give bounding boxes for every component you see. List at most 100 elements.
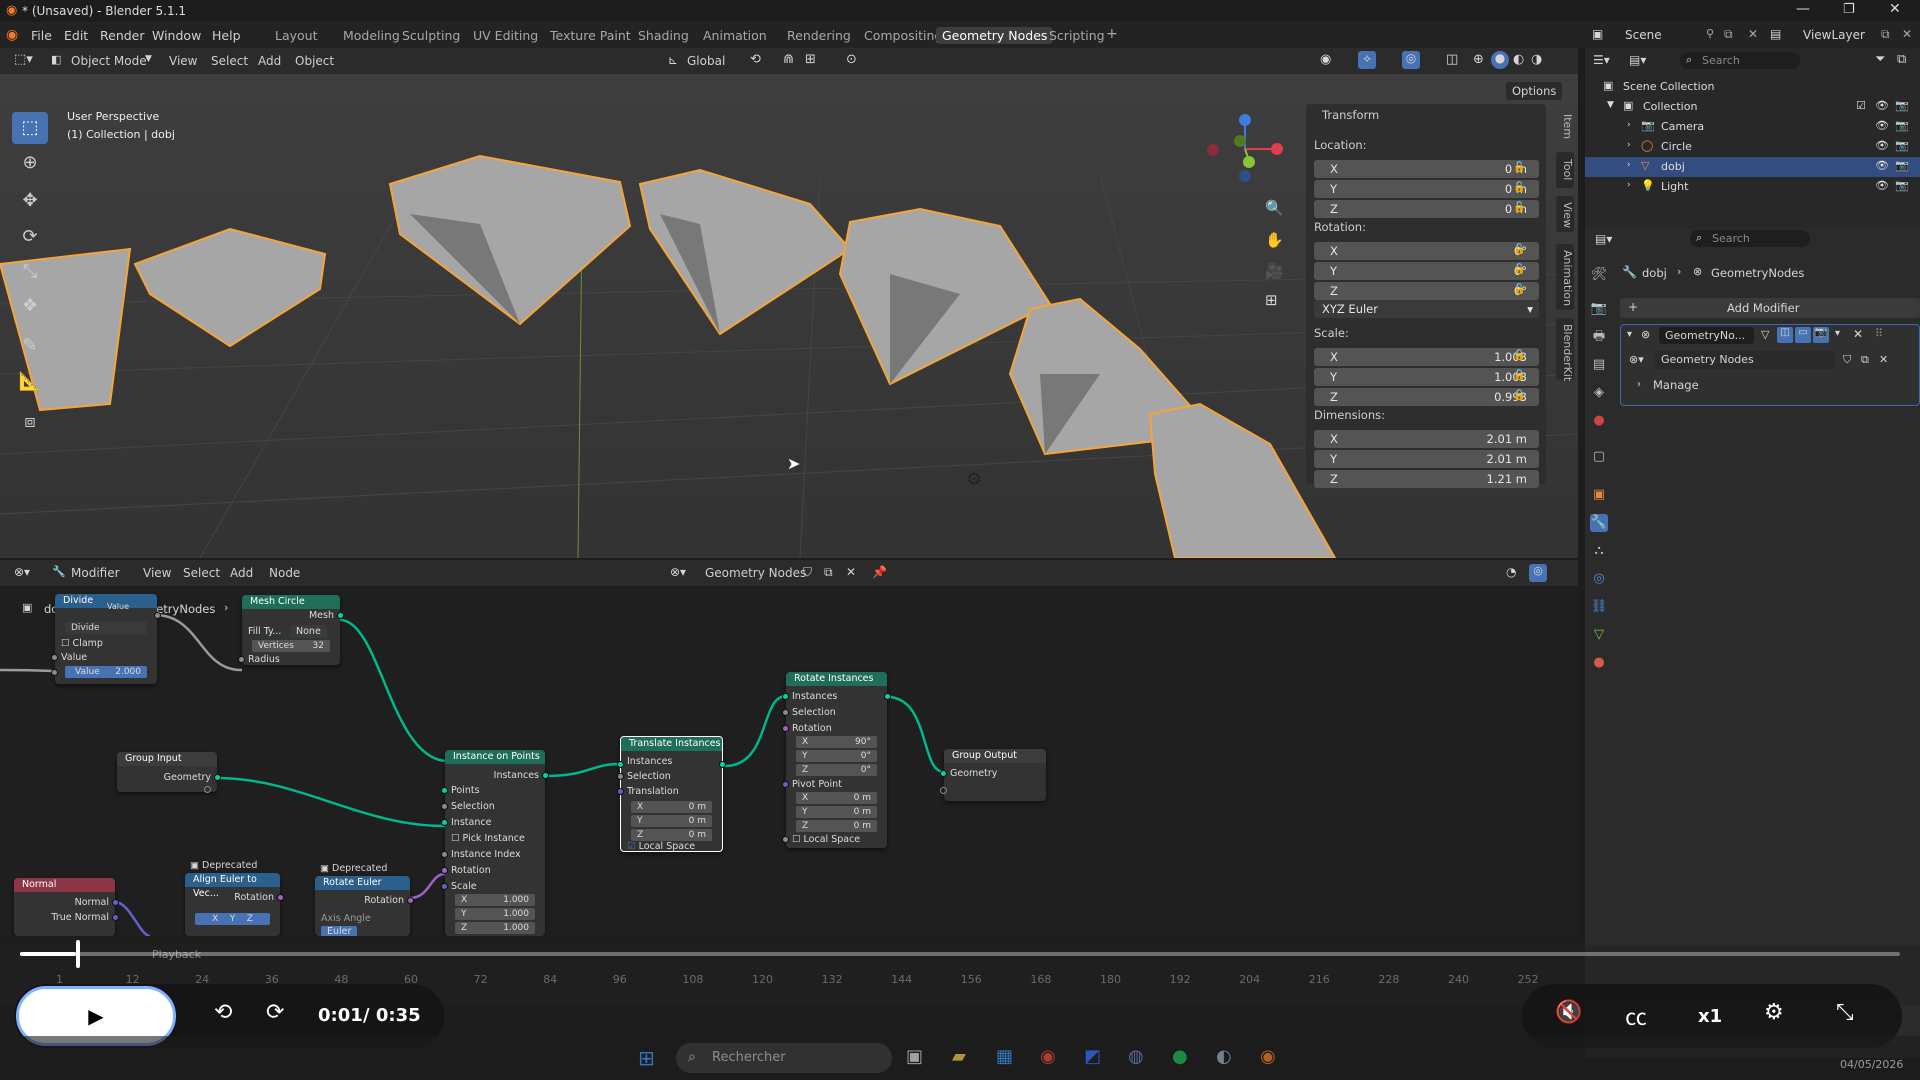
progress-track[interactable] xyxy=(20,952,1900,956)
rewind-10-icon[interactable]: ⟲ xyxy=(214,1000,232,1025)
chrome-icon[interactable]: ◉ xyxy=(1040,1046,1056,1067)
minimize-icon[interactable]: — xyxy=(1796,1,1810,17)
node-normal[interactable]: Normal Normal True Normal xyxy=(14,878,119,936)
duplicate-icon[interactable]: ⧉ xyxy=(1861,353,1869,367)
forward-10-icon[interactable]: ⟳ xyxy=(266,1000,284,1025)
modifier-name-field[interactable]: GeometryNo... xyxy=(1659,327,1754,344)
eye-icon[interactable]: 👁 xyxy=(1875,119,1889,132)
unlink-icon[interactable]: ✕ xyxy=(1879,353,1888,366)
transform-header[interactable]: Transform xyxy=(1322,108,1379,122)
iop-points-socket[interactable] xyxy=(441,787,448,794)
chevron-down-icon[interactable]: ▾ xyxy=(1627,329,1632,340)
rotate-tool[interactable]: ⟳ xyxy=(12,221,48,253)
chevron-right-icon[interactable]: › xyxy=(1627,140,1631,150)
scale-z-field[interactable]: Z 0.993 xyxy=(1314,388,1539,406)
scale-x-field[interactable]: X 1.003 xyxy=(1314,348,1539,366)
camera-render-icon[interactable]: 📷 xyxy=(1895,139,1909,152)
divide-clamp-checkbox[interactable]: ☐ Clamp xyxy=(61,637,151,650)
outliner-item-light[interactable]: › 💡 Light 👁 📷 xyxy=(1585,177,1920,197)
lock-icon[interactable]: 🔓 xyxy=(1513,244,1525,255)
tab-animation[interactable]: Animation xyxy=(697,27,773,44)
iop-scale-socket[interactable] xyxy=(441,883,448,890)
iop-scale-x[interactable]: X 1.000 xyxy=(455,894,535,906)
rotate-local-socket[interactable] xyxy=(782,836,789,843)
tab-layout[interactable]: Layout xyxy=(269,27,324,44)
manage-panel[interactable]: Manage xyxy=(1653,378,1699,392)
location-x-field[interactable]: X0 m xyxy=(1314,160,1539,178)
modifier-dropdown-icon[interactable]: ▾ xyxy=(1835,328,1840,339)
rotate-rotation-socket[interactable] xyxy=(782,725,789,732)
shading-solid-icon[interactable]: ● xyxy=(1491,51,1509,69)
location-z-field[interactable]: Z0 m xyxy=(1314,200,1539,218)
ne-select-menu[interactable]: Select xyxy=(183,566,220,580)
dimensions-z-field[interactable]: Z 1.21 m xyxy=(1314,470,1539,488)
rotate-y-field[interactable]: Y 0° xyxy=(796,750,877,762)
pin-icon[interactable]: 📌 xyxy=(872,565,887,579)
eye-icon[interactable]: 👁 xyxy=(1875,159,1889,172)
menu-help[interactable]: Help xyxy=(212,28,241,43)
divide-value-socket[interactable] xyxy=(51,669,58,676)
rotate-x-field[interactable]: X 90° xyxy=(796,736,877,748)
proportional-edit-icon[interactable]: ⊙ xyxy=(846,52,857,67)
iop-rotation-socket[interactable] xyxy=(441,867,448,874)
particles-props-icon[interactable]: ⛬ xyxy=(1590,542,1608,560)
node-rotate-instances-header[interactable]: Rotate Instances xyxy=(786,672,887,686)
lock-icon[interactable]: 🔓 xyxy=(1513,182,1525,193)
fake-user-icon[interactable]: ⛉ xyxy=(1843,353,1851,367)
tab-shading[interactable]: Shading xyxy=(632,27,695,44)
node-normal-header[interactable]: Normal xyxy=(14,878,115,892)
app-icon[interactable]: ◩ xyxy=(1084,1046,1101,1067)
new-collection-icon[interactable]: ⧉ xyxy=(1897,52,1906,67)
task-view-icon[interactable]: ▣ xyxy=(906,1046,923,1067)
sidebar-tab-tool[interactable]: Tool xyxy=(1556,152,1574,188)
overlay-icon[interactable]: ◎ xyxy=(1402,51,1420,69)
group-input-geometry-socket[interactable] xyxy=(214,774,221,781)
pan-hand-icon[interactable]: ✋ xyxy=(1265,231,1284,249)
align-euler-axis-buttons[interactable]: X Y Z xyxy=(195,913,270,925)
rotate-pivot-y-field[interactable]: Y0 m xyxy=(796,806,877,818)
checkbox-icon[interactable]: ☑ xyxy=(1856,99,1866,112)
iop-scale-z[interactable]: Z 1.000 xyxy=(455,922,535,934)
rotate-euler-mode-toggle[interactable]: Axis Angle Euler xyxy=(321,912,404,936)
mesh-circle-mesh-socket[interactable] xyxy=(337,612,344,619)
chevron-right-icon[interactable]: › xyxy=(1627,160,1631,170)
lock-icon[interactable]: 🔓 xyxy=(1513,390,1525,401)
lock-icon[interactable]: 🔓 xyxy=(1513,162,1525,173)
outliner-item-camera[interactable]: › 📷 Camera 👁 📷 xyxy=(1585,117,1920,137)
add-cube-tool[interactable]: ⧈ xyxy=(12,406,48,438)
divide-operation-dropdown[interactable]: Divide xyxy=(65,622,147,634)
eye-icon[interactable]: 👁 xyxy=(1875,179,1889,192)
ne-overlay-icon[interactable]: ◎ xyxy=(1529,564,1547,582)
eye-icon[interactable]: 👁 xyxy=(1875,99,1889,112)
shading-wireframe-icon[interactable]: ⊕ xyxy=(1473,52,1484,67)
divide-input-socket[interactable] xyxy=(51,654,58,661)
rotate-pivot-socket[interactable] xyxy=(782,781,789,788)
camera-render-icon[interactable]: 📷 xyxy=(1895,179,1909,192)
snap-icon[interactable]: ⋒ xyxy=(783,52,794,67)
iop-instances-socket[interactable] xyxy=(542,772,549,779)
sidebar-tab-view[interactable]: View xyxy=(1556,196,1574,232)
rotation-y-field[interactable]: Y 0° xyxy=(1314,262,1539,280)
node-group-input[interactable]: Group Input Geometry xyxy=(117,752,221,793)
tab-sculpting[interactable]: Sculpting xyxy=(396,27,466,44)
rotation-z-field[interactable]: Z 0° xyxy=(1314,282,1539,300)
translate-y-field[interactable]: Y0 m xyxy=(631,815,712,827)
file-explorer-icon[interactable]: ▰ xyxy=(952,1046,966,1067)
translate-instances-socket[interactable] xyxy=(617,761,624,768)
rotate-local-space-checkbox[interactable]: ☐ Local Space xyxy=(792,833,881,846)
progress-handle[interactable] xyxy=(76,940,81,968)
iop-index-socket[interactable] xyxy=(441,851,448,858)
node-divide[interactable]: Divide Value Divide ☐ Clamp Value Value 2… xyxy=(51,594,161,684)
iop-scale-y[interactable]: Y 1.000 xyxy=(455,908,535,920)
duplicate-icon[interactable]: ⧉ xyxy=(824,565,833,580)
move-tool[interactable]: ✥ xyxy=(12,185,48,217)
options-dropdown[interactable]: Options xyxy=(1506,82,1563,100)
delete-scene-icon[interactable]: ✕ xyxy=(1748,27,1758,41)
menu-file[interactable]: File xyxy=(31,28,52,43)
properties-type-icon[interactable]: ▤▾ xyxy=(1595,232,1612,246)
delete-view-layer-icon[interactable]: ✕ xyxy=(1902,27,1912,41)
menu-edit[interactable]: Edit xyxy=(64,28,88,43)
menu-render[interactable]: Render xyxy=(100,28,145,43)
chevron-right-icon[interactable]: › xyxy=(1627,120,1631,130)
rotate-pivot-z-field[interactable]: Z0 m xyxy=(796,820,877,832)
